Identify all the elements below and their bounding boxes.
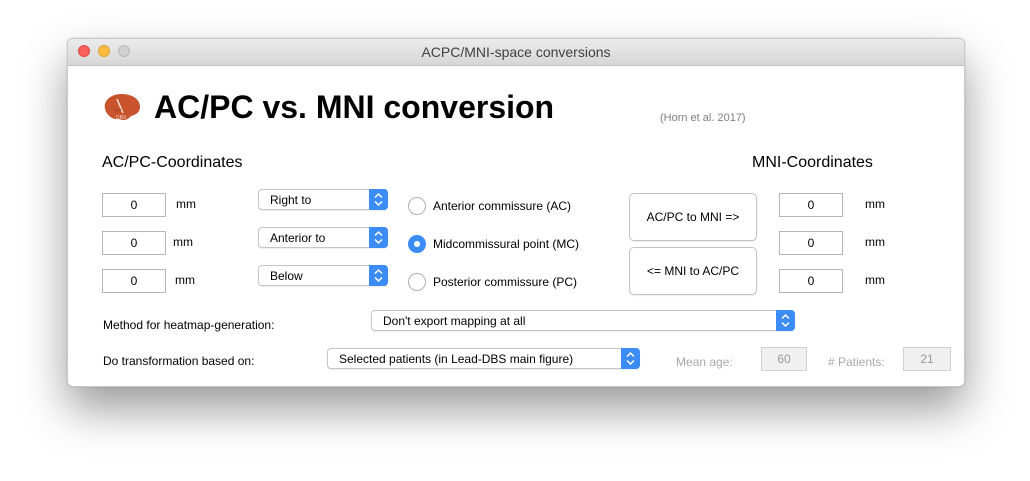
patients-count-label: # Patients: [828,355,885,369]
heatmap-method-label: Method for heatmap-generation: [103,318,275,332]
updown-chevron-icon [369,227,388,248]
updown-chevron-icon [369,265,388,286]
transformation-basis-label: Do transformation based on: [103,354,255,368]
mni-z-input[interactable]: 0 [779,269,843,293]
transformation-basis-value: Selected patients (in Lead-DBS main figu… [339,352,574,366]
conversion-window: ACPC/MNI-space conversions DBS AC/PC vs.… [67,38,965,387]
acpc-y-input[interactable]: 0 [102,231,166,255]
page-title: AC/PC vs. MNI conversion [154,89,555,125]
window-title: ACPC/MNI-space conversions [421,44,611,60]
acpc-z-direction-value: Below [270,269,303,283]
acpc-x-direction-select[interactable]: Right to [258,189,388,210]
radio-anterior-commissure-label: Anterior commissure (AC) [433,199,572,213]
citation: (Horn et al. 2017) [660,112,746,124]
acpc-y-direction-select[interactable]: Anterior to [258,227,388,248]
acpc-x-unit: mm [176,197,196,211]
mean-age-label: Mean age: [676,355,733,369]
acpc-section-label: AC/PC-Coordinates [102,154,243,171]
mni-to-acpc-button[interactable]: <= MNI to AC/PC [629,247,757,295]
logo-text: DBS [116,115,127,121]
patients-count-field: 21 [903,347,951,371]
mni-z-unit: mm [865,273,885,287]
radio-midcommissural-point[interactable] [408,235,426,253]
mni-y-input[interactable]: 0 [779,231,843,255]
mni-x-input[interactable]: 0 [779,193,843,217]
acpc-to-mni-button[interactable]: AC/PC to MNI => [629,193,757,241]
mni-y-unit: mm [865,235,885,249]
acpc-x-direction-value: Right to [270,193,312,207]
acpc-y-direction-value: Anterior to [270,231,326,245]
lead-dbs-brain-icon: DBS [104,94,140,121]
title-bar: ACPC/MNI-space conversions [68,39,964,66]
acpc-z-direction-select[interactable]: Below [258,265,388,286]
radio-posterior-commissure-label: Posterior commissure (PC) [433,275,578,289]
mni-x-unit: mm [865,197,885,211]
updown-chevron-icon [776,310,795,331]
acpc-y-unit: mm [173,235,193,249]
acpc-x-input[interactable]: 0 [102,193,166,217]
mni-section-label: MNI-Coordinates [752,154,873,171]
transformation-basis-select[interactable]: Selected patients (in Lead-DBS main figu… [327,348,640,369]
heatmap-method-select[interactable]: Don't export mapping at all [371,310,795,331]
radio-anterior-commissure[interactable] [408,197,426,215]
updown-chevron-icon [621,348,640,369]
heatmap-method-value: Don't export mapping at all [383,314,526,328]
acpc-z-unit: mm [175,273,195,287]
mean-age-field: 60 [761,347,807,371]
radio-midcommissural-point-label: Midcommissural point (MC) [433,237,580,251]
acpc-z-input[interactable]: 0 [102,269,166,293]
radio-posterior-commissure[interactable] [408,273,426,291]
updown-chevron-icon [369,189,388,210]
